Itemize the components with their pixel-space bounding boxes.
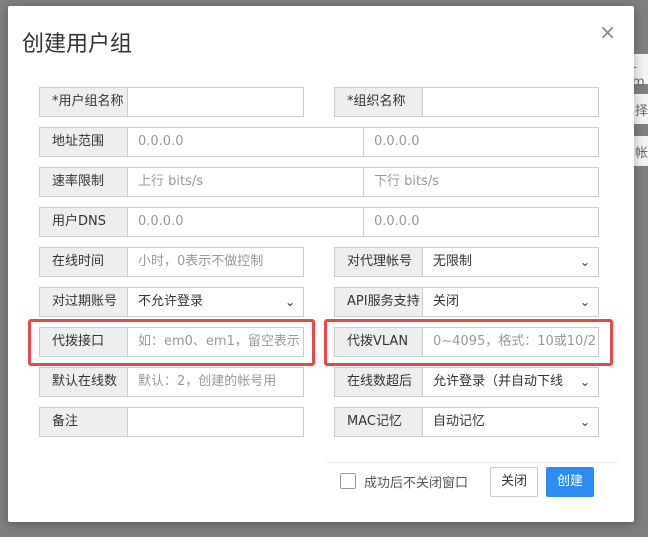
rate-limit-label: 速率限制 [39, 167, 128, 197]
chevron-down-icon: ⌄ [284, 295, 295, 309]
online-exceed-label: 在线数超后 [334, 367, 423, 397]
online-time-label: 在线时间 [39, 247, 128, 277]
org-name-field: *组织名称 [334, 87, 599, 117]
org-name-label: *组织名称 [334, 87, 423, 117]
default-online-label: 默认在线数 [39, 367, 128, 397]
remark-input[interactable] [128, 407, 304, 437]
dns-secondary-input[interactable]: 0.0.0.0 [364, 207, 599, 237]
rate-limit-field: 速率限制 上行 bits/s 下行 bits/s [39, 167, 599, 197]
chevron-down-icon: ⌄ [579, 255, 590, 269]
api-support-label: API服务支持 [334, 287, 423, 317]
proxy-account-field: 对代理帐号 无限制 ⌄ [334, 247, 599, 277]
address-end-input[interactable]: 0.0.0.0 [364, 127, 599, 157]
expired-account-label: 对过期账号 [39, 287, 128, 317]
background-text: 择 [635, 104, 648, 119]
background-text: -m [632, 60, 645, 90]
default-online-input[interactable]: 默认：2，创建的帐号用 [128, 367, 304, 397]
close-button[interactable]: 关闭 [490, 467, 538, 497]
online-exceed-field: 在线数超后 允许登录（并自动下线 ⌄ [334, 367, 599, 397]
chevron-down-icon: ⌄ [579, 295, 590, 309]
remark-label: 备注 [39, 407, 128, 437]
api-support-value: 关闭 [433, 294, 460, 309]
proxy-account-value: 无限制 [433, 254, 473, 269]
create-user-group-dialog: 创建用户组 × *用户组名称 *组织名称 地址范围 0.0.0.0 0.0.0.… [8, 6, 634, 522]
api-support-select[interactable]: 关闭 ⌄ [423, 287, 599, 317]
group-name-label: *用户组名称 [39, 87, 128, 117]
highlight-box [324, 319, 613, 366]
online-time-field: 在线时间 小时，0表示不做控制 [39, 247, 304, 277]
user-dns-label: 用户DNS [39, 207, 128, 237]
expired-account-value: 不允许登录 [138, 294, 204, 309]
keep-open-checkbox[interactable] [340, 473, 356, 489]
keep-open-label: 成功后不关闭窗口 [364, 476, 469, 491]
default-online-field: 默认在线数 默认：2，创建的帐号用 [39, 367, 304, 397]
online-time-input[interactable]: 小时，0表示不做控制 [128, 247, 304, 277]
address-start-input[interactable]: 0.0.0.0 [128, 127, 364, 157]
mac-memory-field: MAC记忆 自动记忆 ⌄ [334, 407, 599, 437]
online-exceed-value: 允许登录（并自动下线 [433, 374, 564, 389]
group-name-input[interactable] [128, 87, 304, 117]
address-range-label: 地址范围 [39, 127, 128, 157]
user-dns-field: 用户DNS 0.0.0.0 0.0.0.0 [39, 207, 599, 237]
chevron-down-icon: ⌄ [579, 415, 590, 429]
expired-account-field: 对过期账号 不允许登录 ⌄ [39, 287, 304, 317]
background-text: 帐 [635, 146, 648, 161]
dns-primary-input[interactable]: 0.0.0.0 [128, 207, 364, 237]
highlight-box [28, 319, 315, 366]
org-name-input[interactable] [423, 87, 599, 117]
close-icon[interactable]: × [599, 20, 616, 44]
group-name-field: *用户组名称 [39, 87, 304, 117]
online-exceed-select[interactable]: 允许登录（并自动下线 ⌄ [423, 367, 599, 397]
remark-field: 备注 [39, 407, 304, 437]
download-rate-input[interactable]: 下行 bits/s [364, 167, 599, 197]
address-range-field: 地址范围 0.0.0.0 0.0.0.0 [39, 127, 599, 157]
mac-memory-select[interactable]: 自动记忆 ⌄ [423, 407, 599, 437]
expired-account-select[interactable]: 不允许登录 ⌄ [128, 287, 304, 317]
api-support-field: API服务支持 关闭 ⌄ [334, 287, 599, 317]
create-button[interactable]: 创建 [546, 467, 594, 497]
mac-memory-value: 自动记忆 [433, 414, 486, 429]
mac-memory-label: MAC记忆 [334, 407, 423, 437]
proxy-account-label: 对代理帐号 [334, 247, 423, 277]
upload-rate-input[interactable]: 上行 bits/s [128, 167, 364, 197]
chevron-down-icon: ⌄ [579, 375, 590, 389]
dialog-title: 创建用户组 [22, 32, 133, 57]
proxy-account-select[interactable]: 无限制 ⌄ [423, 247, 599, 277]
